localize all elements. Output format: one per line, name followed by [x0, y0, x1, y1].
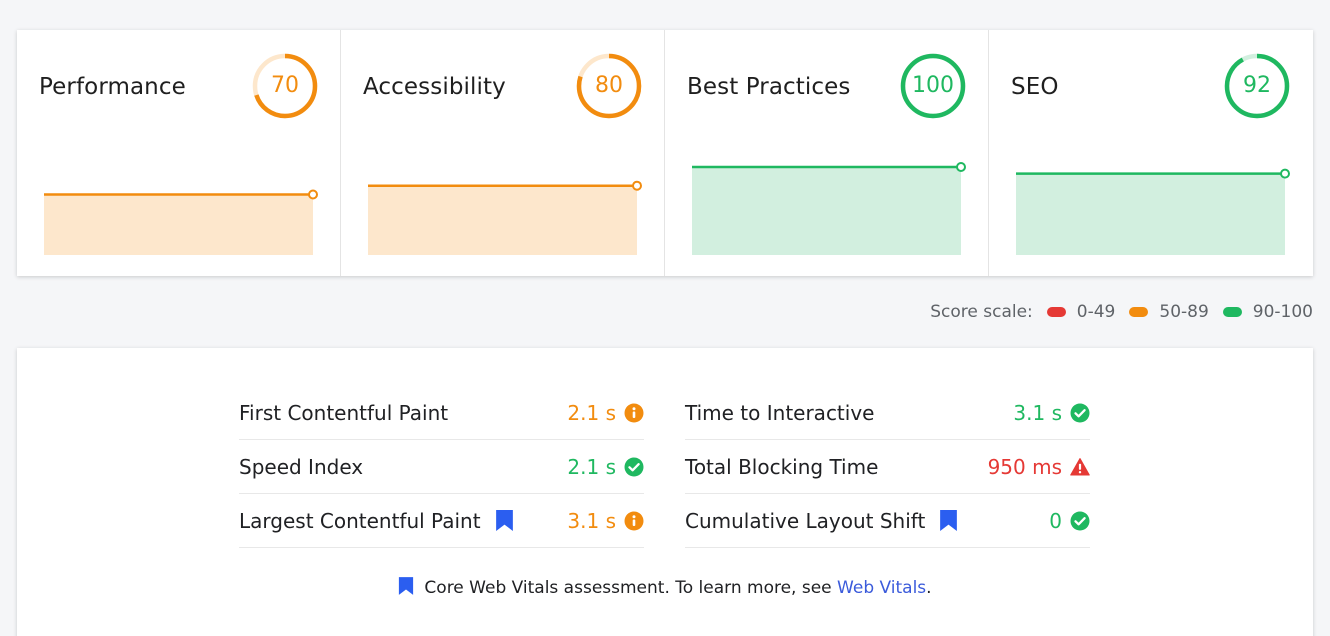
bookmark-icon	[398, 576, 414, 601]
metric-name: Time to Interactive	[685, 400, 875, 425]
metric-value: 3.1 s	[567, 508, 616, 533]
score-trend-chart	[44, 189, 318, 255]
metric-name: First Contentful Paint	[239, 400, 449, 425]
trend-point	[632, 180, 642, 191]
metric-name: Total Blocking Time	[685, 454, 879, 479]
bookmark-icon	[939, 509, 958, 532]
footnote-text: Core Web Vitals assessment. To learn mor…	[424, 578, 838, 598]
core-web-vitals-footnote: Core Web Vitals assessment. To learn mor…	[17, 576, 1313, 601]
score-value: 80	[595, 73, 623, 98]
category-card-performance[interactable]: Performance 70	[17, 30, 341, 276]
metrics-panel: First Contentful Paint 2.1 s Speed Index…	[17, 348, 1313, 636]
fail-range-label: 0-49	[1076, 302, 1116, 322]
pass-range-swatch	[1222, 307, 1242, 317]
metrics-column-left: First Contentful Paint 2.1 s Speed Index…	[239, 386, 644, 548]
info-circle-icon	[624, 511, 644, 531]
metric-value: 2.1 s	[567, 454, 616, 479]
score-gauge: 70	[251, 52, 319, 120]
metric-row[interactable]: First Contentful Paint 2.1 s	[239, 386, 644, 440]
category-card-accessibility[interactable]: Accessibility 80	[341, 30, 665, 276]
score-trend-chart	[368, 180, 642, 255]
metric-value: 2.1 s	[567, 400, 616, 425]
bookmark-icon	[495, 509, 514, 532]
fail-range-swatch	[1046, 307, 1066, 317]
category-title: Performance	[39, 74, 186, 100]
check-circle-icon	[1070, 403, 1090, 423]
score-value: 70	[271, 73, 299, 98]
category-card-seo[interactable]: SEO 92	[989, 30, 1313, 276]
trend-point	[1280, 168, 1290, 179]
trend-area	[44, 194, 313, 255]
metric-row[interactable]: Cumulative Layout Shift 0	[685, 494, 1090, 548]
check-circle-icon	[1070, 511, 1090, 531]
warning-triangle-icon	[1070, 457, 1090, 477]
web-vitals-link[interactable]: Web Vitals	[837, 578, 926, 598]
score-value: 92	[1243, 73, 1271, 98]
pass-range-label: 90-100	[1252, 302, 1313, 322]
metric-value: 3.1 s	[1013, 400, 1062, 425]
category-title: SEO	[1011, 74, 1059, 100]
score-trend-chart	[1016, 168, 1290, 255]
score-value: 100	[912, 73, 954, 98]
category-title: Best Practices	[687, 74, 851, 100]
category-cards: Performance 70 Accessibility 80 Best Pra…	[17, 30, 1313, 276]
metric-row[interactable]: Time to Interactive 3.1 s	[685, 386, 1090, 440]
metric-row[interactable]: Total Blocking Time 950 ms	[685, 440, 1090, 494]
score-scale-legend: Score scale: 0-49 50-89 90-100	[930, 302, 1313, 322]
trend-area	[1016, 173, 1285, 255]
metric-name: Speed Index	[239, 454, 364, 479]
metrics-column-right: Time to Interactive 3.1 s Total Blocking…	[685, 386, 1090, 548]
category-card-best-practices[interactable]: Best Practices 100	[665, 30, 989, 276]
trend-area	[692, 167, 961, 255]
score-gauge: 92	[1223, 52, 1291, 120]
metric-value: 950 ms	[987, 454, 1062, 479]
check-circle-icon	[624, 457, 644, 477]
score-trend-chart	[692, 162, 966, 255]
category-title: Accessibility	[363, 74, 506, 100]
trend-point	[308, 189, 318, 200]
trend-area	[368, 185, 637, 255]
metric-row[interactable]: Speed Index 2.1 s	[239, 440, 644, 494]
info-circle-icon	[624, 403, 644, 423]
average-range-swatch	[1129, 307, 1149, 317]
metric-name: Largest Contentful Paint	[239, 508, 481, 533]
score-scale-label: Score scale:	[930, 302, 1033, 322]
average-range-label: 50-89	[1159, 302, 1209, 322]
trend-point	[956, 162, 966, 172]
metric-row[interactable]: Largest Contentful Paint 3.1 s	[239, 494, 644, 548]
footnote-end: .	[926, 578, 932, 598]
metric-name: Cumulative Layout Shift	[685, 508, 926, 533]
metric-value: 0	[1049, 508, 1062, 533]
score-gauge: 100	[899, 52, 967, 120]
score-gauge: 80	[575, 52, 643, 120]
